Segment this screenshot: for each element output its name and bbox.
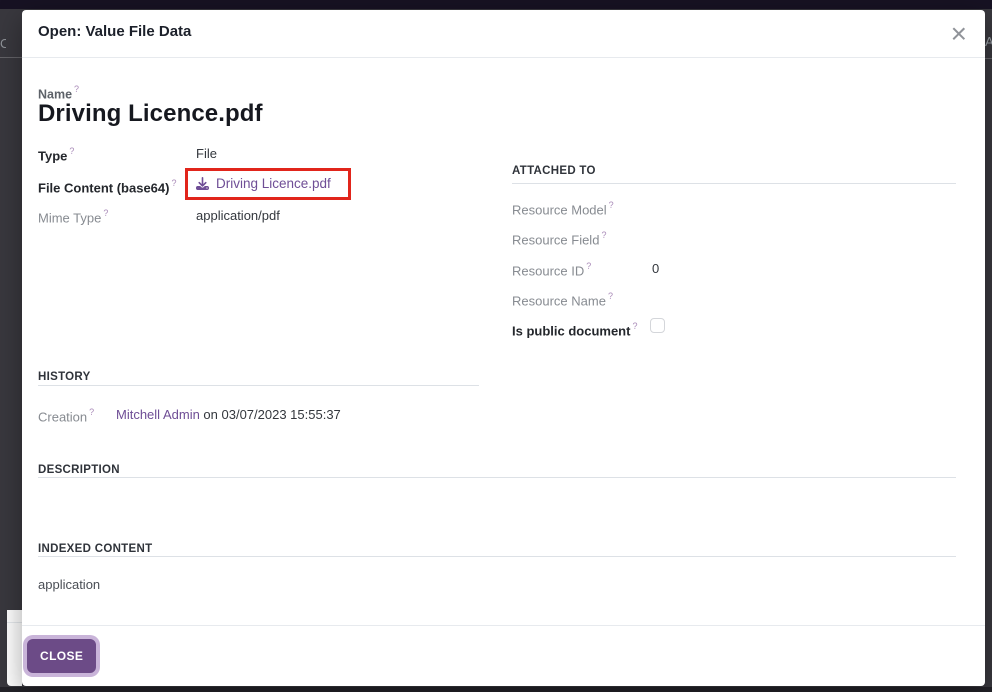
close-button[interactable]: CLOSE bbox=[27, 639, 96, 673]
description-text-area[interactable] bbox=[38, 490, 956, 530]
description-section-underline bbox=[38, 477, 956, 478]
creation-field-value: Mitchell Admin on 03/07/2023 15:55:37 bbox=[116, 407, 341, 422]
is-public-document-field-label: Is public document? bbox=[512, 321, 637, 340]
file-name-value: Driving Licence.pdf bbox=[38, 100, 263, 128]
type-field-value: File bbox=[196, 146, 217, 161]
backdrop-text-fragment-left: C bbox=[0, 36, 6, 51]
backdrop-text-fragment-right: Ac bbox=[985, 34, 992, 49]
indexed-content-section-underline bbox=[38, 556, 956, 557]
attached-to-section-underline bbox=[512, 183, 956, 184]
backdrop-divider-left bbox=[0, 57, 22, 58]
help-icon: ? bbox=[171, 178, 176, 188]
file-download-link-label: Driving Licence.pdf bbox=[216, 176, 331, 191]
help-icon: ? bbox=[608, 291, 613, 301]
is-public-document-checkbox[interactable] bbox=[650, 318, 665, 333]
help-icon: ? bbox=[586, 261, 591, 271]
resource-id-field-value: 0 bbox=[652, 261, 659, 276]
resource-id-field-label: Resource ID? bbox=[512, 261, 591, 280]
help-icon: ? bbox=[89, 407, 94, 417]
download-icon bbox=[196, 177, 209, 190]
close-icon[interactable]: × bbox=[945, 16, 973, 52]
help-icon: ? bbox=[601, 230, 606, 240]
stacked-modal-edge bbox=[7, 610, 22, 686]
attached-to-section-header: ATTACHED TO bbox=[512, 165, 596, 177]
dialog-footer: CLOSE bbox=[22, 625, 985, 686]
help-icon: ? bbox=[632, 321, 637, 331]
description-section-header: DESCRIPTION bbox=[38, 464, 120, 476]
help-icon: ? bbox=[74, 84, 79, 94]
help-icon: ? bbox=[609, 200, 614, 210]
resource-field-field-label: Resource Field? bbox=[512, 230, 606, 249]
help-icon: ? bbox=[69, 146, 74, 156]
help-icon: ? bbox=[103, 208, 108, 218]
history-section-header: HISTORY bbox=[38, 371, 91, 383]
backdrop-bottom-strip bbox=[0, 687, 992, 692]
type-field-label: Type? bbox=[38, 146, 74, 165]
resource-model-field-label: Resource Model? bbox=[512, 200, 614, 219]
file-content-field-label: File Content (base64)? bbox=[38, 178, 176, 197]
creation-user-link[interactable]: Mitchell Admin bbox=[116, 407, 200, 422]
file-download-link[interactable]: Driving Licence.pdf bbox=[196, 176, 331, 191]
dialog-header: Open: Value File Data × bbox=[22, 10, 985, 58]
backdrop-top-navbar bbox=[0, 0, 992, 9]
indexed-content-text: application bbox=[38, 577, 100, 592]
backdrop-divider-right bbox=[985, 58, 992, 59]
mime-type-field-value: application/pdf bbox=[196, 208, 280, 223]
file-data-dialog: Open: Value File Data × Name? Driving Li… bbox=[22, 10, 985, 686]
dialog-title: Open: Value File Data bbox=[38, 23, 191, 40]
history-section-underline bbox=[38, 385, 479, 386]
stacked-modal-footer-divider bbox=[7, 622, 22, 623]
resource-name-field-label: Resource Name? bbox=[512, 291, 613, 310]
creation-datetime: on 03/07/2023 15:55:37 bbox=[200, 407, 341, 422]
indexed-content-section-header: INDEXED CONTENT bbox=[38, 543, 152, 555]
creation-field-label: Creation? bbox=[38, 407, 94, 426]
mime-type-field-label: Mime Type? bbox=[38, 208, 108, 227]
